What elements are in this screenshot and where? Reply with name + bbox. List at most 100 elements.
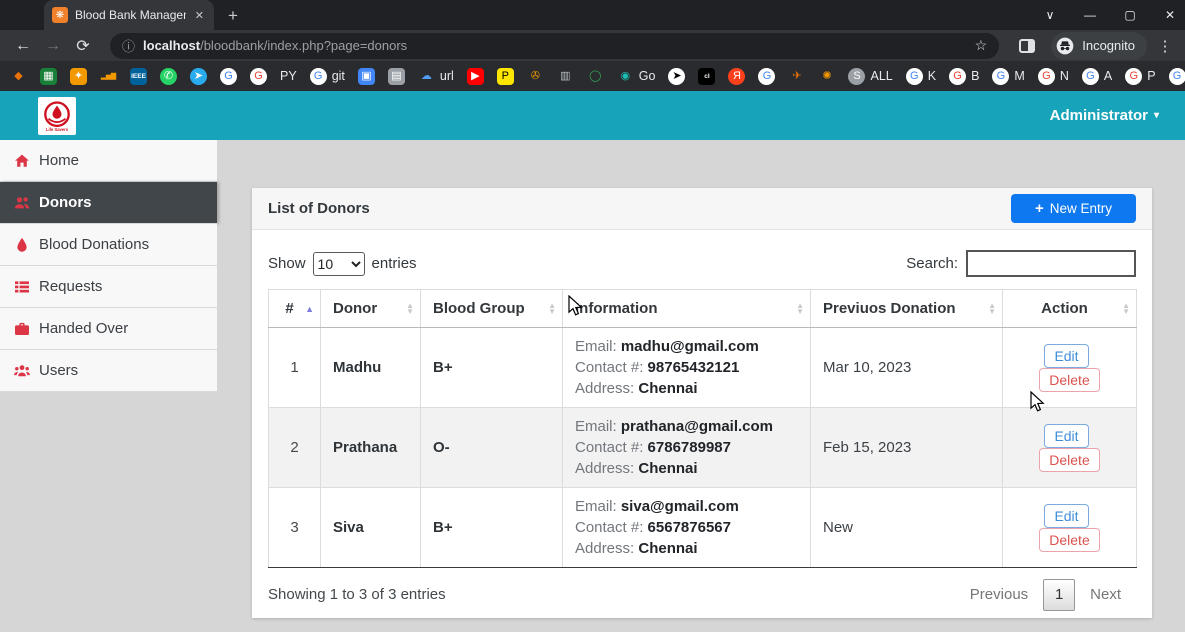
- browser-menu-icon[interactable]: ⋮: [1155, 37, 1175, 55]
- column-header-blood-group[interactable]: Blood Group▲▼: [421, 290, 563, 328]
- bookmark-item[interactable]: ✺: [818, 68, 835, 85]
- sidebar-item-label: Requests: [39, 278, 102, 295]
- tab-title: Blood Bank Management System: [75, 8, 186, 22]
- bookmark-item[interactable]: GN: [1038, 68, 1069, 85]
- bookmark-item[interactable]: ▤: [388, 68, 405, 85]
- tab-close-icon[interactable]: ✕: [193, 7, 206, 24]
- new-tab-button[interactable]: +: [228, 6, 238, 26]
- bookmark-item[interactable]: GK: [906, 68, 936, 85]
- maximize-button[interactable]: ▢: [1123, 8, 1137, 22]
- column-header-label: #: [285, 300, 293, 317]
- pagination: Previous 1 Next: [955, 578, 1136, 611]
- column-header-information[interactable]: Information▲▼: [563, 290, 811, 328]
- show-label: Show: [268, 255, 306, 272]
- search-input[interactable]: [966, 250, 1136, 277]
- bookmark-item[interactable]: GA: [1082, 68, 1112, 85]
- bookmark-item[interactable]: ▂▅▇: [100, 68, 117, 85]
- sidebar-item-donors[interactable]: Donors: [0, 182, 217, 224]
- search-control: Search:: [906, 250, 1136, 277]
- back-button[interactable]: ←: [10, 37, 36, 55]
- sidebar-item-home[interactable]: Home: [0, 140, 217, 182]
- bookmark-favicon-icon: G: [992, 68, 1009, 85]
- bookmark-item[interactable]: P: [497, 68, 514, 85]
- bookmark-item[interactable]: GB: [949, 68, 979, 85]
- bookmark-favicon-icon: G: [758, 68, 775, 85]
- info-field-label: Address:: [575, 460, 638, 477]
- delete-button[interactable]: Delete: [1039, 448, 1099, 472]
- previous-page-button[interactable]: Previous: [955, 578, 1043, 611]
- bookmark-item[interactable]: G: [220, 68, 237, 85]
- sidebar-item-users[interactable]: Users: [0, 350, 217, 392]
- new-entry-button[interactable]: + New Entry: [1011, 194, 1136, 223]
- bookmark-item[interactable]: ▶: [467, 68, 484, 85]
- minimize-button[interactable]: —: [1083, 8, 1097, 22]
- bookmark-item[interactable]: ▣: [358, 68, 375, 85]
- bookmark-item[interactable]: SALL: [848, 68, 892, 85]
- forward-button[interactable]: →: [40, 37, 66, 55]
- bookmark-item[interactable]: ◆: [10, 68, 27, 85]
- bookmark-star-icon[interactable]: ☆: [975, 37, 988, 54]
- bookmark-item[interactable]: GI: [1169, 68, 1185, 85]
- bookmark-item[interactable]: ✦: [70, 68, 87, 85]
- side-panel-icon[interactable]: [1019, 39, 1035, 53]
- bookmark-item[interactable]: ◉Go: [617, 68, 656, 85]
- bookmark-favicon-icon: ✺: [818, 68, 835, 85]
- delete-button[interactable]: Delete: [1039, 368, 1099, 392]
- bookmark-favicon-icon: P: [497, 68, 514, 85]
- sidebar-item-blood-donations[interactable]: Blood Donations: [0, 224, 217, 266]
- plus-icon: +: [1035, 200, 1044, 217]
- next-page-button[interactable]: Next: [1075, 578, 1136, 611]
- bookmark-item[interactable]: GM: [992, 68, 1024, 85]
- bookmark-item[interactable]: PY: [280, 69, 297, 83]
- column-header-previuos-donation[interactable]: Previuos Donation▲▼: [811, 290, 1003, 328]
- bookmark-favicon-icon: G: [949, 68, 966, 85]
- edit-button[interactable]: Edit: [1044, 344, 1088, 368]
- info-field-value: 98765432121: [648, 359, 740, 376]
- bookmark-item[interactable]: GP: [1125, 68, 1155, 85]
- bookmark-item[interactable]: G: [758, 68, 775, 85]
- bookmark-item[interactable]: G: [250, 68, 267, 85]
- bookmark-item[interactable]: IEEE: [130, 68, 147, 85]
- chevron-down-icon: ▾: [1154, 110, 1159, 121]
- cell-row-number: 3: [269, 488, 321, 568]
- column-header-action[interactable]: Action▲▼: [1003, 290, 1137, 328]
- bookmark-item[interactable]: ➤: [190, 68, 207, 85]
- bookmark-item[interactable]: ✆: [160, 68, 177, 85]
- reload-button[interactable]: ⟳: [70, 36, 96, 56]
- close-window-button[interactable]: ✕: [1163, 8, 1177, 22]
- bookmark-item[interactable]: ✇: [527, 68, 544, 85]
- sidebar-item-requests[interactable]: Requests: [0, 266, 217, 308]
- edit-button[interactable]: Edit: [1044, 504, 1088, 528]
- site-info-icon[interactable]: ⓘ: [122, 36, 135, 55]
- cell-donor-name: Siva: [321, 488, 421, 568]
- sidebar-item-handed-over[interactable]: Handed Over: [0, 308, 217, 350]
- bookmark-label: git: [332, 69, 345, 83]
- bookmark-item[interactable]: ➤: [668, 68, 685, 85]
- bookmark-item[interactable]: Ggit: [310, 68, 345, 85]
- bookmark-item[interactable]: ▦: [40, 68, 57, 85]
- bookmark-item[interactable]: Я: [728, 68, 745, 85]
- bookmark-item[interactable]: cl: [698, 68, 715, 85]
- user-dropdown[interactable]: Administrator ▾: [1050, 107, 1159, 124]
- blood-bank-logo[interactable]: Life Savers: [38, 97, 76, 135]
- current-page-button[interactable]: 1: [1043, 579, 1075, 611]
- browser-tab[interactable]: ❋ Blood Bank Management System ✕: [44, 0, 214, 30]
- bookmark-item[interactable]: ▥: [557, 68, 574, 85]
- bookmark-item[interactable]: ✈: [788, 68, 805, 85]
- app-header: Life Savers Administrator ▾: [0, 91, 1185, 140]
- cell-blood-group: B+: [421, 488, 563, 568]
- bookmarks-bar: ◆▦✦▂▅▇IEEE✆➤GGPYGgit▣▤☁url▶P✇▥◯◉Go➤clЯG✈…: [0, 61, 1185, 91]
- edit-button[interactable]: Edit: [1044, 424, 1088, 448]
- life-savers-emblem-icon: Life Savers: [39, 98, 75, 134]
- address-bar[interactable]: ⓘ localhost/bloodbank/index.php?page=don…: [110, 33, 999, 59]
- bookmark-item[interactable]: ◯: [587, 68, 604, 85]
- column-header-[interactable]: #▲: [269, 290, 321, 328]
- panel-header: List of Donors + New Entry: [252, 188, 1152, 230]
- bookmark-item[interactable]: ☁url: [418, 68, 454, 85]
- table-header-row: #▲Donor▲▼Blood Group▲▼Information▲▼Previ…: [269, 290, 1137, 328]
- tab-search-icon[interactable]: ∨: [1043, 8, 1057, 22]
- column-header-donor[interactable]: Donor▲▼: [321, 290, 421, 328]
- entries-select[interactable]: 10: [313, 252, 365, 276]
- bookmark-favicon-icon: G: [1038, 68, 1055, 85]
- delete-button[interactable]: Delete: [1039, 528, 1099, 552]
